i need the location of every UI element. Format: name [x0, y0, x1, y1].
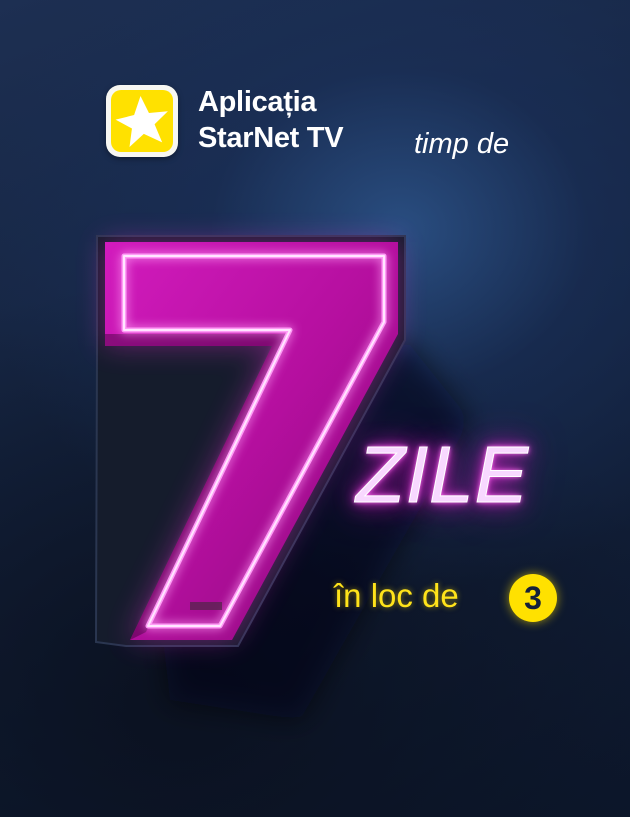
promo-banner: Aplicația StarNet TV timp de ZILE în loc…	[0, 0, 630, 817]
neon-seven-sign: 7	[0, 0, 630, 817]
compare-number-badge: 3	[509, 574, 557, 622]
days-label: ZILE	[356, 430, 529, 520]
compare-text: în loc de	[334, 577, 459, 614]
